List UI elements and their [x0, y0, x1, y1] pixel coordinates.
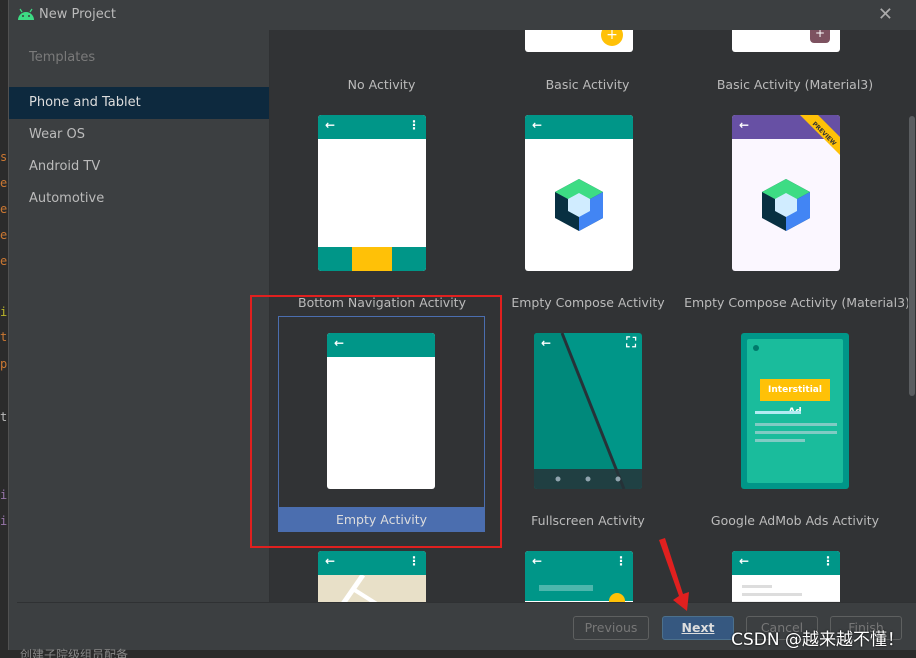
back-arrow-icon: ←: [541, 336, 552, 350]
ad-text-line: [755, 439, 805, 442]
next-button-label: Next: [681, 620, 715, 635]
template-preview-empty-compose[interactable]: ←: [525, 115, 633, 271]
template-preview-navigation-drawer[interactable]: ← ⋮: [525, 551, 633, 602]
fab-plus-icon: +: [601, 30, 623, 46]
new-project-dialog: New Project ✕ Templates Phone and Tablet…: [8, 0, 916, 650]
template-preview-google-maps[interactable]: ← ⋮: [318, 551, 426, 602]
interstitial-ad-badge: Interstitial Ad: [760, 379, 830, 417]
app-bar: ← ⋮: [318, 551, 426, 575]
fullscreen-icon: ⛶: [626, 335, 636, 351]
back-arrow-icon: ←: [325, 554, 336, 568]
editor-fragment: e: [0, 228, 8, 242]
fab-plus-icon: +: [810, 30, 830, 43]
editor-fragment: e: [0, 176, 8, 190]
android-icon: [18, 8, 34, 20]
previous-button[interactable]: Previous: [573, 616, 649, 640]
red-arrow-annotation: [659, 538, 689, 611]
ad-text-line: [755, 431, 837, 434]
ad-text-line: [755, 423, 837, 426]
sidebar-item-wear-os[interactable]: Wear OS: [9, 119, 269, 151]
background-text-fragment: 创建子院级组员配备: [20, 648, 129, 658]
overflow-menu-icon: ⋮: [822, 554, 834, 568]
template-label-no-activity: No Activity: [347, 77, 416, 92]
template-preview-basic-activity-material3[interactable]: +: [732, 30, 840, 52]
editor-fragment: p: [0, 357, 8, 371]
sidebar-item-android-tv[interactable]: Android TV: [9, 151, 269, 183]
ad-dot: [753, 345, 759, 351]
bottom-navigation-bar: [318, 247, 426, 271]
selected-nav-tab: [352, 247, 392, 271]
template-category-sidebar: Templates Phone and Tablet Wear OS Andro…: [9, 30, 269, 602]
template-label-basic-activity-material3: Basic Activity (Material3): [716, 77, 874, 92]
ad-text-line: [755, 411, 801, 414]
template-preview-admob[interactable]: Interstitial Ad: [741, 333, 849, 489]
next-button[interactable]: Next: [662, 616, 734, 640]
dialog-title: New Project: [39, 7, 116, 22]
jetpack-compose-logo-icon: [555, 179, 603, 231]
fullscreen-diagonal: [534, 333, 642, 489]
sidebar-item-phone-and-tablet[interactable]: Phone and Tablet: [9, 87, 269, 119]
editor-fragment: t: [0, 410, 8, 424]
overflow-menu-icon: ⋮: [408, 554, 420, 568]
editor-fragment: e: [0, 202, 8, 216]
map-roads: [341, 575, 378, 602]
settings-line: [742, 593, 802, 596]
overflow-menu-icon: ⋮: [408, 118, 420, 132]
overflow-menu-icon: ⋮: [615, 554, 627, 568]
editor-fragment: s: [0, 150, 8, 164]
editor-fragment: t: [0, 330, 8, 344]
template-preview-basic-activity[interactable]: +: [525, 30, 633, 52]
csdn-watermark: CSDN @越来越不懂！: [731, 630, 904, 650]
template-preview-bottom-navigation[interactable]: ← ⋮: [318, 115, 426, 271]
back-arrow-icon: ←: [739, 554, 750, 568]
app-bar: ← ⋮: [732, 551, 840, 575]
editor-fragment: e: [0, 254, 8, 268]
sidebar-section-label: Templates: [29, 50, 96, 65]
back-arrow-icon: ←: [325, 118, 336, 132]
sidebar-item-automotive[interactable]: Automotive: [9, 183, 269, 215]
back-arrow-icon: ←: [739, 118, 750, 132]
template-label-basic-activity: Basic Activity: [545, 77, 630, 92]
editor-fragment: i: [0, 488, 8, 502]
close-icon[interactable]: ✕: [878, 4, 893, 25]
back-arrow-icon: ←: [532, 118, 543, 132]
fab-icon: [609, 593, 625, 602]
template-preview-settings[interactable]: ← ⋮: [732, 551, 840, 602]
back-arrow-icon: ←: [532, 554, 543, 568]
editor-fragment: i: [0, 305, 8, 319]
highlight-annotation-box: [250, 295, 502, 548]
template-label-empty-compose: Empty Compose Activity: [511, 295, 665, 310]
template-preview-fullscreen[interactable]: ← ⛶: [534, 333, 642, 489]
app-bar: ← ⋮: [318, 115, 426, 139]
title-bar: New Project ✕: [9, 0, 916, 30]
app-bar: ←: [525, 115, 633, 139]
preview-badge: PREVIEW: [800, 115, 840, 155]
jetpack-compose-logo-icon: [762, 179, 810, 231]
template-grid-scrollbar[interactable]: [908, 30, 916, 602]
settings-line: [742, 585, 772, 588]
template-label-fullscreen: Fullscreen Activity: [531, 513, 645, 528]
template-preview-empty-compose-material3[interactable]: ← PREVIEW: [732, 115, 840, 271]
editor-fragment: i: [0, 514, 8, 528]
template-label-admob: Google AdMob Ads Activity: [710, 513, 880, 528]
scrollbar-thumb[interactable]: [909, 116, 915, 396]
template-label-empty-compose-material3: Empty Compose Activity (Material3): [684, 295, 910, 310]
drawer-title-line: [539, 585, 593, 591]
ad-panel: Interstitial Ad: [747, 339, 843, 483]
